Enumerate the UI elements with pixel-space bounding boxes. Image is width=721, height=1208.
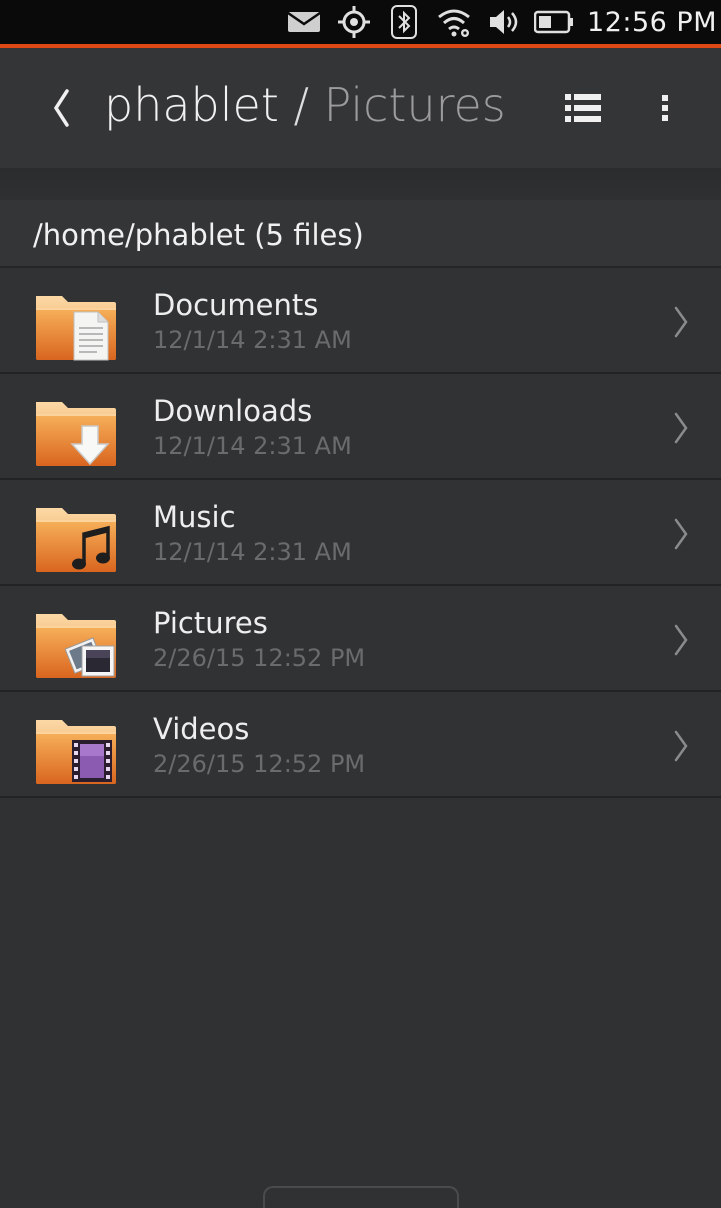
chevron-right-icon [674,518,688,550]
bluetooth-icon[interactable] [379,0,429,44]
downloads-folder-icon [34,396,118,468]
more-vertical-icon [662,95,668,121]
location-icon[interactable] [329,0,379,44]
file-date: 2/26/15 12:52 PM [153,750,366,778]
list-item-pictures[interactable]: Pictures 2/26/15 12:52 PM [0,586,721,692]
file-date: 2/26/15 12:52 PM [153,644,366,672]
file-name: Pictures [153,606,268,640]
status-bar: 12:56 PM [0,0,721,44]
chevron-right-icon [674,730,688,762]
list-item-downloads[interactable]: Downloads 12/1/14 2:31 AM [0,374,721,480]
chevron-left-icon [53,89,69,127]
header-divider [0,168,721,200]
bottom-edge-handle[interactable] [263,1186,459,1208]
chevron-right-icon [674,412,688,444]
videos-folder-icon [34,714,118,786]
folder-path-text: /home/phablet (5 files) [33,218,364,252]
mail-icon[interactable] [279,0,329,44]
file-name: Videos [153,712,250,746]
file-date: 12/1/14 2:31 AM [153,538,352,566]
list-item-videos[interactable]: Videos 2/26/15 12:52 PM [0,692,721,798]
file-name: Music [153,500,236,534]
file-date: 12/1/14 2:31 AM [153,326,352,354]
chevron-right-icon [674,624,688,656]
volume-icon[interactable] [479,0,529,44]
header: phablet / Pictures [0,48,721,168]
back-button[interactable] [36,70,86,146]
status-icons: 12:56 PM [279,0,721,44]
breadcrumb-separator: / [278,78,324,132]
breadcrumb-root[interactable]: phablet [104,78,279,132]
file-date: 12/1/14 2:31 AM [153,432,352,460]
documents-folder-icon [34,290,118,361]
chevron-right-icon [674,306,688,338]
folder-path-bar: /home/phablet (5 files) [0,200,721,268]
clock: 12:56 PM [587,6,717,38]
list-item-documents[interactable]: Documents 12/1/14 2:31 AM [0,268,721,374]
wifi-icon[interactable] [429,0,479,44]
list-view-icon [565,94,601,122]
breadcrumb-current: Pictures [323,78,506,132]
battery-icon[interactable] [529,0,579,44]
file-name: Documents [153,288,319,322]
list-item-music[interactable]: Music 12/1/14 2:31 AM [0,480,721,586]
file-list: Documents 12/1/14 2:31 AM Downloads 12/1… [0,268,721,798]
list-view-button[interactable] [554,82,612,134]
overflow-menu-button[interactable] [645,82,685,134]
music-folder-icon [34,502,118,574]
pictures-folder-icon [34,608,118,680]
file-name: Downloads [153,394,313,428]
page-title: phablet / Pictures [104,78,506,132]
